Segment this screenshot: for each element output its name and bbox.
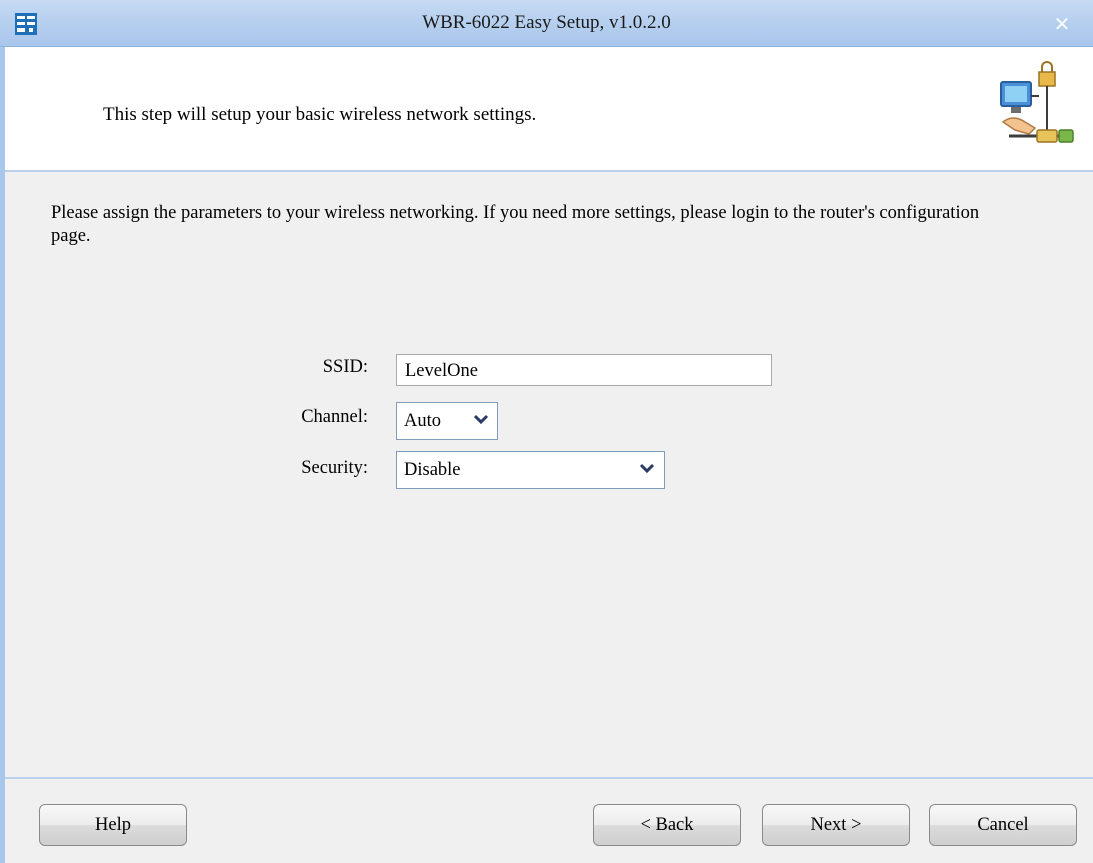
channel-label: Channel: [301, 407, 368, 427]
chevron-down-icon [639, 463, 655, 474]
channel-select-value: Auto [404, 411, 441, 431]
ssid-input[interactable]: LevelOne [396, 354, 772, 386]
window-title: WBR-6022 Easy Setup, v1.0.2.0 [422, 12, 671, 33]
network-setup-icon [1000, 61, 1074, 143]
security-select[interactable]: Disable [396, 451, 665, 489]
header-description: This step will setup your basic wireless… [103, 104, 537, 125]
channel-select[interactable]: Auto [396, 402, 498, 440]
close-icon[interactable]: ✕ [1050, 14, 1074, 36]
footer-separator [5, 777, 1093, 779]
back-button[interactable]: < Back [593, 804, 741, 846]
ssid-label: SSID: [322, 357, 368, 377]
security-label: Security: [301, 458, 368, 478]
title-bar: WBR-6022 Easy Setup, v1.0.2.0 ✕ [0, 0, 1093, 47]
header-separator [5, 170, 1093, 172]
chevron-down-icon [473, 414, 489, 425]
cancel-button[interactable]: Cancel [929, 804, 1077, 846]
intro-text: Please assign the parameters to your wir… [51, 203, 980, 246]
security-select-value: Disable [404, 460, 461, 480]
wizard-header: This step will setup your basic wireless… [5, 47, 1093, 171]
next-button[interactable]: Next > [762, 804, 910, 846]
help-button[interactable]: Help [39, 804, 187, 846]
